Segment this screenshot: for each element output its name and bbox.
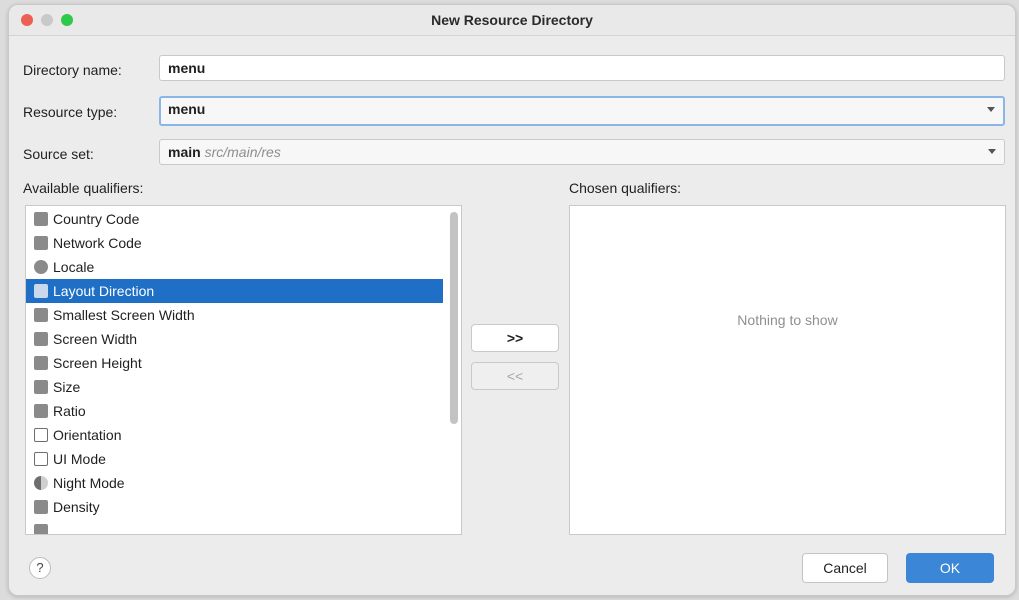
title-bar: New Resource Directory xyxy=(9,5,1015,36)
qualifier-label: Screen Width xyxy=(53,331,138,347)
qualifier-label: Night Mode xyxy=(53,475,125,491)
ok-button[interactable]: OK xyxy=(906,553,994,583)
chevron-down-icon xyxy=(988,149,996,154)
available-qualifiers-label: Available qualifiers: xyxy=(23,180,144,196)
dialog-title: New Resource Directory xyxy=(431,12,593,28)
resource-type-select[interactable]: menu xyxy=(159,96,1005,126)
source-set-label: Source set: xyxy=(23,146,94,162)
empty-state-text: Nothing to show xyxy=(737,312,838,328)
directory-name-field[interactable]: menu xyxy=(159,55,1005,81)
qualifier-layout-direction[interactable]: Layout Direction xyxy=(26,279,443,303)
qualifier-orientation[interactable]: Orientation xyxy=(26,423,443,447)
qualifier-ui-mode[interactable]: UI Mode xyxy=(26,447,443,471)
resource-type-value: menu xyxy=(168,101,206,117)
qualifier-label: Orientation xyxy=(53,427,122,443)
source-set-path: src/main/res xyxy=(204,144,281,160)
list-scrollbar[interactable] xyxy=(450,212,458,424)
network-code-icon xyxy=(34,236,48,250)
cancel-button[interactable]: Cancel xyxy=(802,553,888,583)
source-set-value: main xyxy=(168,144,201,160)
qualifier-ratio[interactable]: Ratio xyxy=(26,399,443,423)
globe-icon xyxy=(34,260,48,274)
qualifier-label: Smallest Screen Width xyxy=(53,307,195,323)
orientation-icon xyxy=(34,428,48,442)
new-resource-directory-dialog: New Resource Directory Directory name: m… xyxy=(8,4,1016,596)
ratio-icon xyxy=(34,404,48,418)
ui-mode-icon xyxy=(34,452,48,466)
qualifier-label: Locale xyxy=(53,259,95,275)
qualifier-screen-width[interactable]: Screen Width xyxy=(26,327,443,351)
qualifier-smallest-screen-width[interactable]: Smallest Screen Width xyxy=(26,303,443,327)
size-icon xyxy=(34,380,48,394)
resource-type-label: Resource type: xyxy=(23,104,118,120)
qualifier-night-mode[interactable]: Night Mode xyxy=(26,471,443,495)
layout-direction-icon xyxy=(34,284,48,298)
qualifier-label: UI Mode xyxy=(53,451,106,467)
qualifier-network-code[interactable]: Network Code xyxy=(26,231,443,255)
chevron-down-icon xyxy=(987,107,995,112)
source-set-select[interactable]: main src/main/res xyxy=(159,139,1005,165)
country-code-icon xyxy=(34,212,48,226)
qualifier-locale[interactable]: Locale xyxy=(26,255,443,279)
qualifier-screen-height[interactable]: Screen Height xyxy=(26,351,443,375)
add-qualifier-button[interactable]: >> xyxy=(471,324,559,352)
qualifier-label: Screen Height xyxy=(53,355,142,371)
qualifier-country-code[interactable]: Country Code xyxy=(26,207,443,231)
smallest-screen-width-icon xyxy=(34,308,48,322)
qualifier-label: Size xyxy=(53,379,81,395)
remove-qualifier-button[interactable]: << xyxy=(471,362,559,390)
screen-height-icon xyxy=(34,356,48,370)
qualifier-label: Country Code xyxy=(53,211,140,227)
qualifier-label: Layout Direction xyxy=(53,283,155,299)
directory-name-label: Directory name: xyxy=(23,62,122,78)
density-icon xyxy=(34,500,48,514)
chosen-qualifiers-label: Chosen qualifiers: xyxy=(569,180,682,196)
qualifier-partial-icon xyxy=(34,524,48,534)
screen-width-icon xyxy=(34,332,48,346)
qualifier-label: Network Code xyxy=(53,235,142,251)
help-button[interactable]: ? xyxy=(29,557,51,579)
available-qualifiers-list[interactable]: Country Code Network Code Locale Layout … xyxy=(25,205,462,535)
qualifier-label: Ratio xyxy=(53,403,86,419)
qualifier-label: Density xyxy=(53,499,100,515)
night-mode-icon xyxy=(34,476,48,490)
qualifier-size[interactable]: Size xyxy=(26,375,443,399)
qualifier-density[interactable]: Density xyxy=(26,495,443,519)
qualifier-partial-next xyxy=(26,519,443,534)
chosen-qualifiers-list[interactable]: Nothing to show xyxy=(569,205,1006,535)
